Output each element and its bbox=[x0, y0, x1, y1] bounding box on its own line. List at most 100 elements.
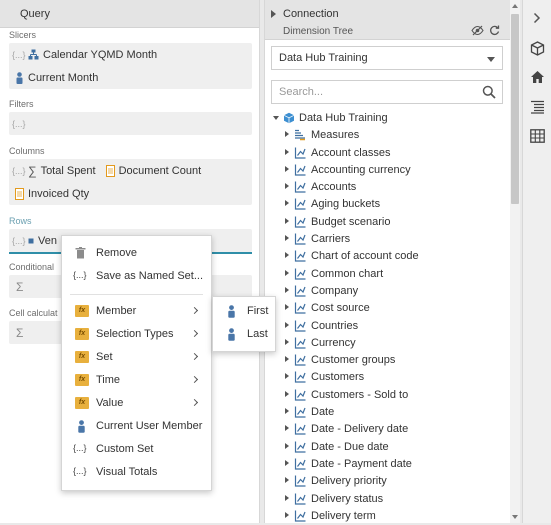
hide-eye-icon[interactable] bbox=[471, 25, 484, 39]
refresh-icon[interactable] bbox=[489, 25, 500, 39]
tree-item[interactable]: Date - Delivery date bbox=[265, 421, 509, 438]
expand-caret-icon[interactable] bbox=[285, 286, 289, 293]
slicer-chip-current-month[interactable]: Current Month bbox=[15, 72, 98, 84]
chevron-right-icon bbox=[190, 352, 199, 361]
tree-item[interactable]: Customers bbox=[265, 369, 509, 386]
submenu-item-first[interactable]: First bbox=[213, 301, 275, 323]
tree-item[interactable]: Delivery term bbox=[265, 508, 509, 525]
member-icon bbox=[15, 71, 24, 84]
expand-caret-icon[interactable] bbox=[285, 390, 289, 397]
cube-nav-icon[interactable] bbox=[530, 41, 545, 59]
menu-item-selection-types[interactable]: fx Selection Types bbox=[62, 324, 211, 346]
tree-item-label: Common chart bbox=[311, 267, 384, 280]
tree-item[interactable]: Aging buckets bbox=[265, 196, 509, 213]
columns-drop-area[interactable]: {...} ∑ Total Spent Document Count Invoi… bbox=[9, 159, 252, 205]
column-chip-document-count[interactable]: Document Count bbox=[105, 164, 201, 177]
dimension-icon bbox=[294, 406, 306, 421]
tree-root-label: Data Hub Training bbox=[299, 112, 388, 124]
submenu-item-label: Last bbox=[247, 328, 268, 340]
menu-item-set[interactable]: fx Set bbox=[62, 347, 211, 369]
expand-caret-icon[interactable] bbox=[285, 494, 289, 501]
scroll-down-arrow-icon[interactable] bbox=[512, 515, 518, 519]
expand-caret-icon[interactable] bbox=[285, 511, 289, 518]
expand-caret-icon[interactable] bbox=[285, 356, 289, 363]
expand-caret-icon[interactable] bbox=[285, 321, 289, 328]
column-chip-total-spent[interactable]: ∑ Total Spent bbox=[28, 164, 96, 178]
tree-item[interactable]: Customers - Sold to bbox=[265, 387, 509, 404]
menu-item-save-named-set[interactable]: {...} Save as Named Set... bbox=[62, 266, 211, 288]
expand-caret-icon[interactable] bbox=[285, 373, 289, 380]
tree-item[interactable]: Common chart bbox=[265, 266, 509, 283]
tree-item[interactable]: Date - Payment date bbox=[265, 456, 509, 473]
list-icon[interactable] bbox=[530, 100, 545, 117]
scroll-up-arrow-icon[interactable] bbox=[512, 4, 518, 8]
menu-item-remove[interactable]: Remove bbox=[62, 243, 211, 265]
dimension-icon bbox=[294, 285, 306, 300]
tree-item[interactable]: Countries bbox=[265, 318, 509, 335]
menu-item-member[interactable]: fx Member bbox=[62, 301, 211, 323]
expand-caret-icon[interactable] bbox=[285, 477, 289, 484]
tree-item[interactable]: Delivery status bbox=[265, 491, 509, 508]
connection-title[interactable]: Connection bbox=[283, 8, 339, 20]
chevron-right-icon[interactable] bbox=[533, 12, 541, 27]
expand-caret-icon[interactable] bbox=[285, 269, 289, 276]
menu-item-visual-totals[interactable]: {...} Visual Totals bbox=[62, 462, 211, 484]
tree-item[interactable]: Currency bbox=[265, 335, 509, 352]
tree-item[interactable]: Measures bbox=[265, 127, 509, 144]
expand-caret-icon[interactable] bbox=[285, 165, 289, 172]
tree-item[interactable]: Accounting currency bbox=[265, 162, 509, 179]
tree-item[interactable]: Account classes bbox=[265, 145, 509, 162]
expand-caret-icon[interactable] bbox=[285, 408, 289, 415]
expand-caret-icon[interactable] bbox=[285, 442, 289, 449]
menu-item-value[interactable]: fx Value bbox=[62, 393, 211, 415]
expand-caret-icon[interactable] bbox=[285, 200, 289, 207]
expand-caret-icon[interactable] bbox=[285, 183, 289, 190]
menu-item-custom-set[interactable]: {...} Custom Set bbox=[62, 439, 211, 461]
expand-caret-icon[interactable] bbox=[285, 148, 289, 155]
tree-scrollbar[interactable] bbox=[510, 0, 520, 523]
menu-item-current-user-member[interactable]: Current User Member bbox=[62, 416, 211, 438]
column-chip-invoiced-qty[interactable]: Invoiced Qty bbox=[15, 187, 89, 200]
expand-caret-icon[interactable] bbox=[285, 217, 289, 224]
tree-item[interactable]: Company bbox=[265, 283, 509, 300]
home-icon[interactable] bbox=[530, 70, 545, 87]
tree-item[interactable]: Cost source bbox=[265, 300, 509, 317]
tree-item[interactable]: Carriers bbox=[265, 231, 509, 248]
dimension-icon bbox=[294, 354, 306, 369]
cube-select[interactable]: Data Hub Training bbox=[271, 46, 503, 70]
filters-drop-area[interactable]: {...} bbox=[9, 112, 252, 135]
row-chip-vendor[interactable]: Ven bbox=[28, 235, 57, 247]
dimension-icon bbox=[294, 320, 306, 335]
search-placeholder: Search... bbox=[279, 86, 324, 98]
slicer-chip-calendar[interactable]: Calendar YQMD Month bbox=[28, 49, 157, 61]
tree-item-label: Date - Due date bbox=[311, 440, 389, 453]
tree-item[interactable]: Chart of account code bbox=[265, 248, 509, 265]
slicers-drop-area[interactable]: {...} Calendar YQMD Month Current Month bbox=[9, 43, 252, 89]
expand-caret-icon[interactable] bbox=[285, 252, 289, 259]
expand-caret-icon[interactable] bbox=[285, 235, 289, 242]
scrollbar-thumb[interactable] bbox=[511, 14, 519, 204]
tree-item[interactable]: Accounts bbox=[265, 179, 509, 196]
dimension-icon bbox=[294, 181, 306, 196]
expand-caret-icon[interactable] bbox=[285, 338, 289, 345]
expand-caret-icon[interactable] bbox=[285, 131, 289, 138]
expand-caret-icon[interactable] bbox=[271, 10, 276, 18]
tree-item-label: Chart of account code bbox=[311, 250, 419, 263]
tree-root[interactable]: Data Hub Training bbox=[265, 110, 509, 127]
tree-item[interactable]: Delivery priority bbox=[265, 473, 509, 490]
submenu-item-last[interactable]: Last bbox=[213, 324, 275, 346]
expand-caret-icon[interactable] bbox=[285, 459, 289, 466]
collapse-caret-icon[interactable] bbox=[273, 116, 279, 120]
tree-item[interactable]: Date - Due date bbox=[265, 439, 509, 456]
search-icon[interactable] bbox=[482, 85, 496, 102]
tree-item[interactable]: Date bbox=[265, 404, 509, 421]
search-input[interactable]: Search... bbox=[271, 80, 503, 104]
trash-icon bbox=[75, 247, 86, 262]
brace-icon: {...} bbox=[12, 118, 26, 129]
menu-item-time[interactable]: fx Time bbox=[62, 370, 211, 392]
table-grid-icon[interactable] bbox=[530, 129, 545, 146]
expand-caret-icon[interactable] bbox=[285, 425, 289, 432]
tree-item[interactable]: Customer groups bbox=[265, 352, 509, 369]
tree-item[interactable]: Budget scenario bbox=[265, 214, 509, 231]
expand-caret-icon[interactable] bbox=[285, 304, 289, 311]
